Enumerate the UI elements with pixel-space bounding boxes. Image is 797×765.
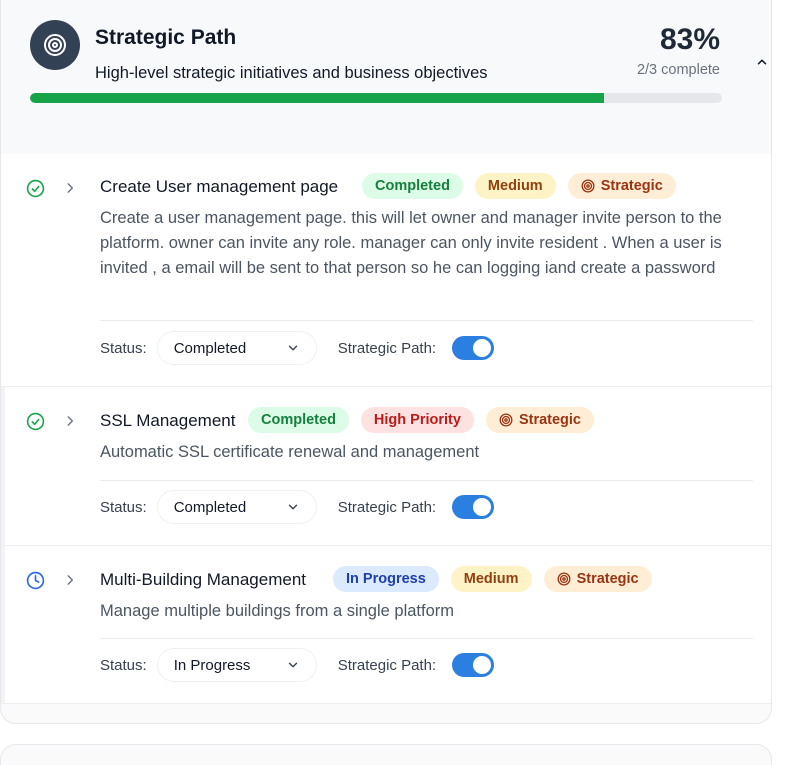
badge-group: Completed High Priority Strategic	[248, 407, 594, 433]
strategic-badge: Strategic	[567, 173, 676, 199]
check-circle-icon	[25, 411, 45, 431]
list-item: Create User management page Completed Me…	[1, 154, 771, 387]
item-description: Automatic SSL certificate renewal and ma…	[100, 443, 480, 461]
item-controls: Status: Completed Strategic Path:	[100, 490, 495, 524]
badge-group: Completed Medium Strategic	[362, 173, 676, 199]
strategic-path-toggle[interactable]	[452, 495, 495, 519]
item-title: Create User management page	[100, 177, 339, 196]
strategic-path-toggle[interactable]	[452, 336, 495, 360]
status-select-value: In Progress	[173, 656, 251, 674]
chevron-right-icon[interactable]	[62, 413, 78, 429]
badge-group: In Progress Medium Strategic	[333, 566, 652, 592]
completion-percent: 83%	[659, 23, 720, 56]
status-badge: Completed	[362, 173, 463, 199]
strategic-path-label: Strategic Path:	[337, 498, 437, 516]
item-title: SSL Management	[100, 411, 236, 430]
chevron-down-icon	[288, 504, 297, 510]
status-label: Status:	[100, 339, 147, 357]
strategic-badge: Strategic	[543, 566, 652, 592]
status-select[interactable]: In Progress	[156, 648, 317, 682]
strategic-path-label: Strategic Path:	[337, 339, 437, 357]
section-subtitle: High-level strategic initiatives and bus…	[95, 64, 488, 82]
status-badge: In Progress	[333, 566, 439, 592]
status-select[interactable]: Completed	[156, 331, 317, 365]
item-description: Manage multiple buildings from a single …	[100, 602, 455, 620]
chevron-down-icon	[288, 662, 297, 668]
status-badge: Completed	[248, 407, 349, 433]
priority-badge: Medium	[474, 173, 556, 199]
clock-icon	[25, 570, 45, 590]
divider	[100, 480, 753, 481]
chevron-up-icon[interactable]	[751, 51, 771, 73]
list-item: SSL Management Completed High Priority S…	[1, 387, 771, 546]
divider	[100, 320, 753, 321]
status-select[interactable]: Completed	[156, 490, 317, 524]
strategic-badge-label: Strategic	[518, 412, 581, 428]
card-header: Strategic Path High-level strategic init…	[1, 0, 771, 154]
initiative-list: Create User management page Completed Me…	[1, 154, 771, 704]
check-circle-icon	[25, 178, 45, 198]
item-controls: Status: In Progress Strategic Path:	[100, 648, 495, 682]
strategic-badge-label: Strategic	[600, 178, 663, 194]
next-section-card	[0, 744, 772, 765]
divider	[100, 638, 753, 639]
status-label: Status:	[100, 656, 147, 674]
strategic-path-label: Strategic Path:	[337, 656, 437, 674]
section-title: Strategic Path	[95, 26, 237, 49]
strategic-path-card: Strategic Path High-level strategic init…	[0, 0, 772, 724]
target-icon	[499, 413, 513, 427]
priority-badge: High Priority	[360, 407, 474, 433]
chevron-right-icon[interactable]	[62, 572, 78, 588]
strategic-path-toggle[interactable]	[452, 653, 495, 677]
progress-bar-fill	[30, 93, 605, 103]
chevron-down-icon	[288, 345, 297, 351]
list-item: Multi-Building Management In Progress Me…	[1, 546, 771, 704]
status-label: Status:	[100, 498, 147, 516]
status-select-value: Completed	[173, 498, 247, 516]
chevron-right-icon[interactable]	[62, 180, 78, 196]
target-icon	[581, 179, 595, 193]
status-select-value: Completed	[173, 339, 247, 357]
strategic-badge-label: Strategic	[576, 571, 639, 587]
item-controls: Status: Completed Strategic Path:	[100, 331, 495, 365]
progress-bar	[30, 93, 722, 103]
priority-badge: Medium	[450, 566, 532, 592]
strategic-badge: Strategic	[485, 407, 594, 433]
item-description: Create a user management page. this will…	[100, 209, 722, 277]
target-icon	[557, 572, 571, 586]
completion-count: 2/3 complete	[636, 62, 720, 78]
target-icon	[30, 20, 80, 70]
item-title: Multi-Building Management	[100, 570, 306, 589]
